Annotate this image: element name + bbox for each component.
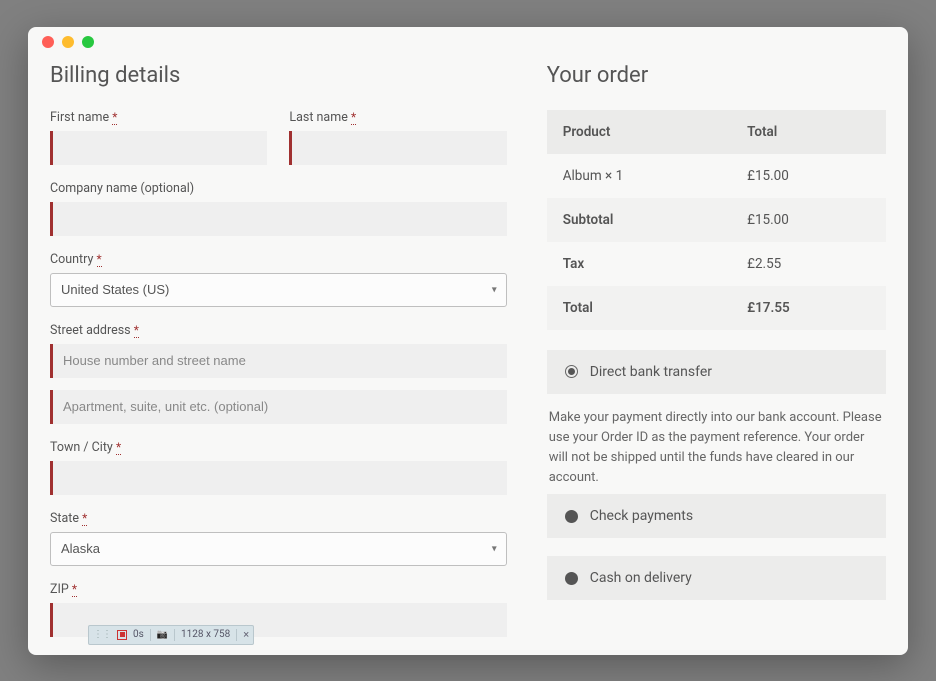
order-subtotal-row: Subtotal £15.00 <box>547 198 886 242</box>
company-input[interactable] <box>50 202 507 236</box>
country-select[interactable] <box>50 273 507 307</box>
payment-bank-description: Make your payment directly into our bank… <box>547 394 886 495</box>
payment-cod-label: Cash on delivery <box>590 570 692 586</box>
first-name-label: First name * <box>50 110 267 125</box>
last-name-input[interactable] <box>289 131 506 165</box>
required-mark: * <box>134 323 139 338</box>
subtotal-value: £15.00 <box>747 212 870 228</box>
col-product: Product <box>563 124 747 140</box>
window-minimize-icon[interactable] <box>62 36 74 48</box>
required-mark: * <box>112 110 117 125</box>
country-label: Country * <box>50 252 507 267</box>
record-stop-icon[interactable] <box>117 630 127 640</box>
required-mark: * <box>116 440 121 455</box>
subtotal-label: Subtotal <box>563 212 747 228</box>
total-value: £17.55 <box>747 300 870 316</box>
order-tax-row: Tax £2.55 <box>547 242 886 286</box>
state-label: State * <box>50 511 507 526</box>
window-close-icon[interactable] <box>42 36 54 48</box>
order-item-row: Album × 1 £15.00 <box>547 154 886 198</box>
radio-checked-icon <box>565 365 578 378</box>
order-section: Your order Product Total Album × 1 £15.0… <box>547 57 886 655</box>
payment-option-bank[interactable]: Direct bank transfer <box>547 350 886 394</box>
state-select[interactable] <box>50 532 507 566</box>
order-table: Product Total Album × 1 £15.00 Subtotal … <box>547 110 886 330</box>
first-name-input[interactable] <box>50 131 267 165</box>
checkout-window: Billing details First name * Last name * <box>28 27 908 655</box>
city-label: Town / City * <box>50 440 507 455</box>
required-mark: * <box>97 252 102 267</box>
billing-heading: Billing details <box>50 63 507 88</box>
city-field-group: Town / City * <box>50 440 507 495</box>
radio-unchecked-icon <box>565 572 578 585</box>
col-total: Total <box>747 124 870 140</box>
camera-icon[interactable] <box>157 629 168 640</box>
order-item-name: Album × 1 <box>563 168 747 184</box>
street-label: Street address * <box>50 323 507 338</box>
payment-check-label: Check payments <box>590 508 693 524</box>
order-item-total: £15.00 <box>747 168 870 184</box>
total-label: Total <box>563 300 747 316</box>
payment-bank-label: Direct bank transfer <box>590 364 712 380</box>
window-zoom-icon[interactable] <box>82 36 94 48</box>
payment-methods: Direct bank transfer Make your payment d… <box>547 350 886 601</box>
first-name-field-group: First name * <box>50 110 267 165</box>
last-name-field-group: Last name * <box>289 110 506 165</box>
record-dimensions: 1128 x 758 <box>181 629 230 640</box>
required-mark: * <box>351 110 356 125</box>
drag-handle-icon[interactable]: ⋮⋮ <box>93 629 111 640</box>
window-titlebar <box>28 27 908 57</box>
required-mark: * <box>72 582 77 597</box>
payment-option-check[interactable]: Check payments <box>547 494 886 538</box>
last-name-label: Last name * <box>289 110 506 125</box>
tax-value: £2.55 <box>747 256 870 272</box>
order-total-row: Total £17.55 <box>547 286 886 330</box>
zip-label: ZIP * <box>50 582 507 597</box>
country-field-group: Country * <box>50 252 507 307</box>
close-icon[interactable]: × <box>243 628 249 641</box>
required-mark: * <box>82 511 87 526</box>
street-field-group: Street address * <box>50 323 507 378</box>
company-field-group: Company name (optional) <box>50 181 507 236</box>
tax-label: Tax <box>563 256 747 272</box>
street-line2-group <box>50 390 507 424</box>
order-header-row: Product Total <box>547 110 886 154</box>
billing-section: Billing details First name * Last name * <box>50 57 507 655</box>
payment-option-cod[interactable]: Cash on delivery <box>547 556 886 600</box>
screen-recorder-bar[interactable]: ⋮⋮ 0s 1128 x 758 × <box>88 625 254 645</box>
radio-unchecked-icon <box>565 510 578 523</box>
record-time: 0s <box>133 629 144 640</box>
city-input[interactable] <box>50 461 507 495</box>
street-line1-input[interactable] <box>50 344 507 378</box>
company-label: Company name (optional) <box>50 181 507 196</box>
content-area: Billing details First name * Last name * <box>28 57 908 655</box>
state-field-group: State * <box>50 511 507 566</box>
street-line2-input[interactable] <box>50 390 507 424</box>
order-heading: Your order <box>547 63 886 88</box>
